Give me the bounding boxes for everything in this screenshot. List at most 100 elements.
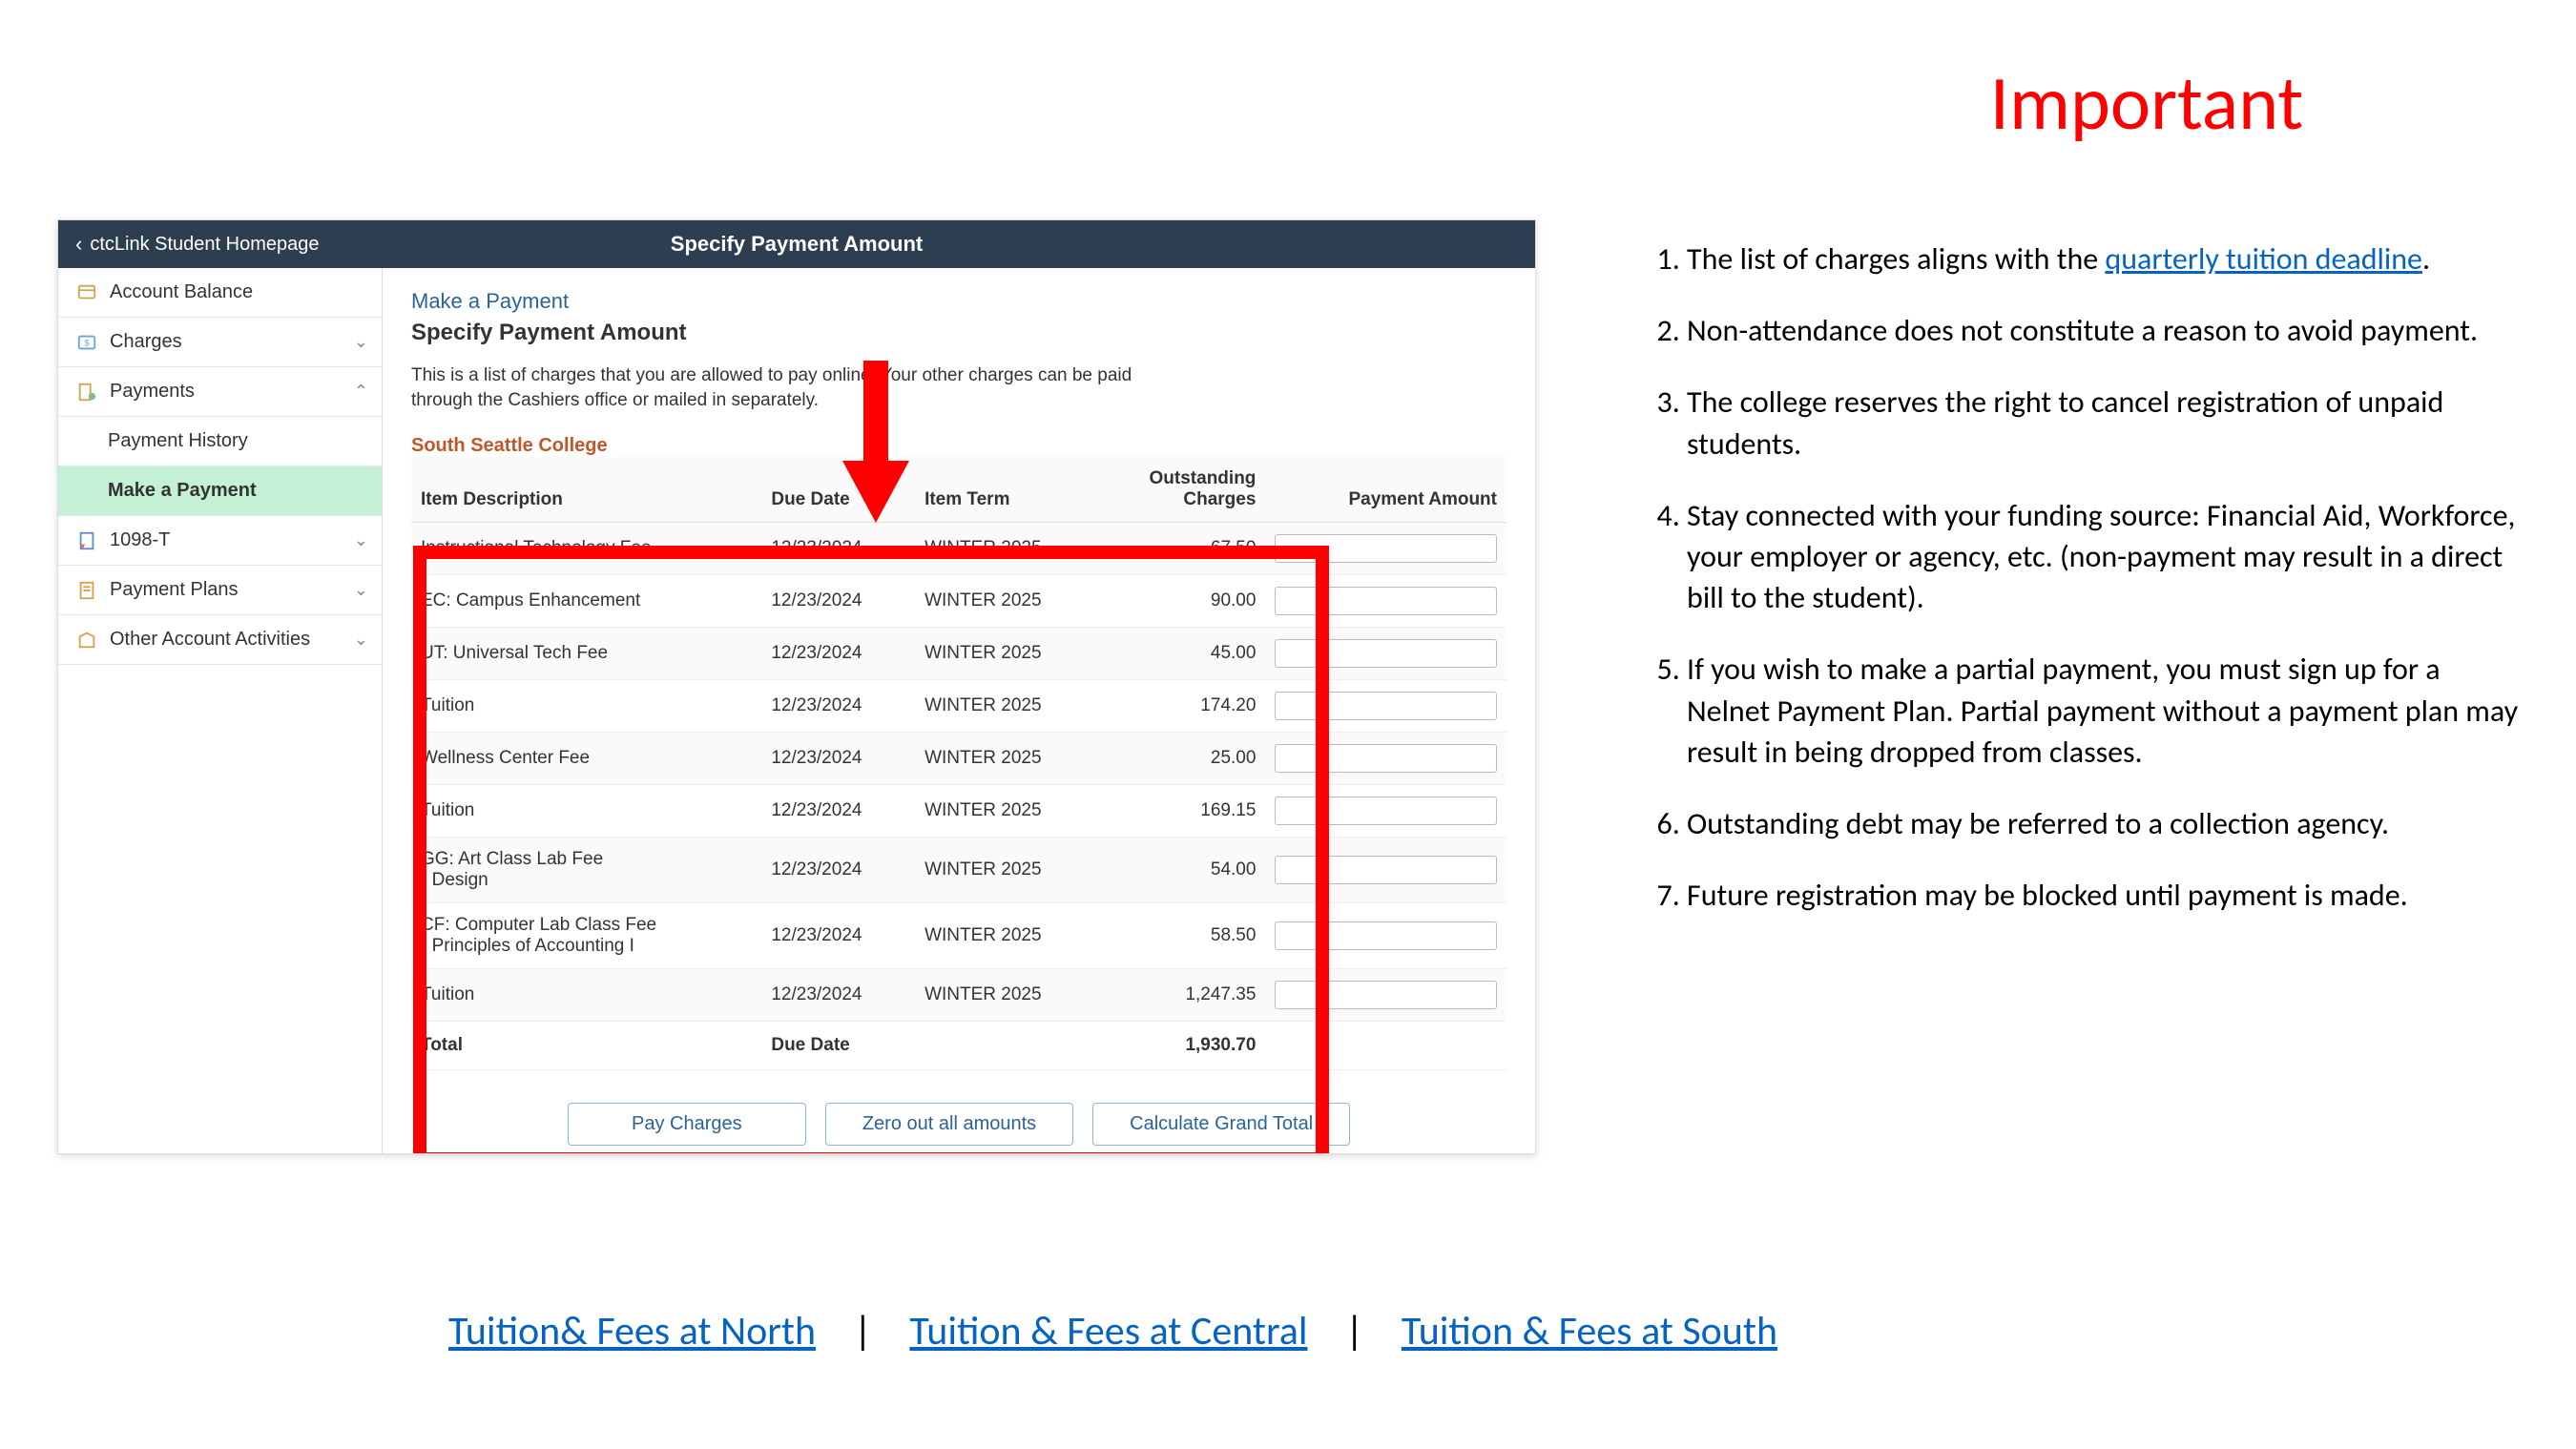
sidebar-item-payment-history[interactable]: Payment History	[58, 417, 382, 466]
table-row: Tuition12/23/2024WINTER 2025169.15	[411, 785, 1506, 838]
cell-outstanding: 54.00	[1091, 838, 1266, 903]
cell-due-date: 12/23/2024	[761, 628, 915, 680]
cell-description: Tuition	[411, 680, 761, 733]
cell-due-date: 12/23/2024	[761, 523, 915, 575]
note-item: Future registration may be blocked until…	[1687, 875, 2519, 916]
sidebar-item-label: 1098-T	[110, 529, 170, 551]
table-row: EC: Campus Enhancement12/23/2024WINTER 2…	[411, 575, 1506, 628]
table-row: Tuition12/23/2024WINTER 20251,247.35	[411, 969, 1506, 1022]
zero-out-button[interactable]: Zero out all amounts	[825, 1103, 1073, 1146]
sidebar-icon: $	[73, 332, 100, 353]
quarterly-deadline-link[interactable]: quarterly tuition deadline	[2105, 240, 2422, 278]
breadcrumb-link[interactable]: Make a Payment	[411, 289, 1506, 314]
cell-term: WINTER 2025	[915, 903, 1091, 969]
calculate-total-button[interactable]: Calculate Grand Total	[1092, 1103, 1350, 1146]
cell-description: Instructional Technology Fee	[411, 523, 761, 575]
cell-description: GG: Art Class Lab Fee - Design	[411, 838, 761, 903]
cell-outstanding: 67.50	[1091, 523, 1266, 575]
cell-outstanding: 174.20	[1091, 680, 1266, 733]
action-row: Pay Charges Zero out all amounts Calcula…	[411, 1103, 1506, 1146]
important-notes: The list of charges aligns with the quar…	[1641, 238, 2519, 946]
cell-term: WINTER 2025	[915, 680, 1091, 733]
cell-term: WINTER 2025	[915, 733, 1091, 785]
link-tuition-central[interactable]: Tuition & Fees at Central	[909, 1307, 1307, 1356]
separator: |	[854, 1307, 872, 1356]
payment-amount-input[interactable]	[1275, 744, 1497, 773]
note-item: Stay connected with your funding source:…	[1687, 495, 2519, 619]
cell-term: WINTER 2025	[915, 575, 1091, 628]
sidebar-item-label: Account Balance	[110, 281, 253, 303]
sidebar-item-payments[interactable]: Payments ⌃	[58, 367, 382, 417]
payment-amount-input[interactable]	[1275, 981, 1497, 1009]
total-label: Total	[411, 1022, 761, 1070]
chevron-left-icon: ‹	[75, 232, 82, 257]
sidebar-item-account-balance[interactable]: Account Balance	[58, 268, 382, 318]
sidebar-item-label: Other Account Activities	[110, 629, 310, 651]
payment-amount-input[interactable]	[1275, 921, 1497, 950]
cell-term: WINTER 2025	[915, 523, 1091, 575]
note-item: The college reserves the right to cancel…	[1687, 382, 2519, 464]
chevron-down-icon: ⌄	[354, 332, 368, 352]
cell-description: CF: Computer Lab Class Fee - Principles …	[411, 903, 761, 969]
payment-amount-input[interactable]	[1275, 797, 1497, 825]
chevron-down-icon: ⌄	[354, 580, 368, 600]
sidebar-item-payment-plans[interactable]: Payment Plans ⌄	[58, 566, 382, 615]
col-outstanding: Outstanding Charges	[1091, 457, 1266, 523]
cell-description: Wellness Center Fee	[411, 733, 761, 785]
sidebar-item-make-a-payment[interactable]: Make a Payment	[58, 466, 382, 516]
cell-outstanding: 25.00	[1091, 733, 1266, 785]
cell-outstanding: 1,247.35	[1091, 969, 1266, 1022]
cell-term: WINTER 2025	[915, 838, 1091, 903]
payment-amount-input[interactable]	[1275, 639, 1497, 668]
cell-due-date: 12/23/2024	[761, 785, 915, 838]
separator: |	[1345, 1307, 1363, 1356]
total-due-label: Due Date	[761, 1022, 915, 1070]
payment-amount-input[interactable]	[1275, 692, 1497, 720]
note-item: If you wish to make a partial payment, y…	[1687, 649, 2519, 773]
svg-text:$: $	[84, 338, 89, 347]
app-header: ‹ ctcLink Student Homepage Specify Payme…	[58, 220, 1535, 268]
note-item: Non-attendance does not constitute a rea…	[1687, 310, 2519, 351]
college-name: South Seattle College	[411, 435, 1506, 457]
sidebar-item-label: Charges	[110, 331, 182, 353]
charges-table: Item Description Due Date Item Term Outs…	[411, 457, 1506, 1070]
sidebar-item-label: Payment Plans	[110, 579, 239, 601]
cell-term: WINTER 2025	[915, 628, 1091, 680]
link-tuition-north[interactable]: Tuition& Fees at North	[448, 1307, 816, 1356]
back-button[interactable]: ‹ ctcLink Student Homepage	[58, 220, 336, 268]
sidebar-item-1098-t[interactable]: 1098-T⌄	[58, 516, 382, 566]
main-content: Make a Payment Specify Payment Amount Th…	[383, 268, 1535, 1153]
cell-due-date: 12/23/2024	[761, 680, 915, 733]
sidebar-icon	[73, 630, 100, 651]
sidebar-item-other-account-activities[interactable]: Other Account Activities ⌄	[58, 615, 382, 665]
cell-due-date: 12/23/2024	[761, 969, 915, 1022]
note-item: Outstanding debt may be referred to a co…	[1687, 803, 2519, 844]
table-row: Instructional Technology Fee12/23/2024WI…	[411, 523, 1506, 575]
cell-term: WINTER 2025	[915, 969, 1091, 1022]
cell-due-date: 12/23/2024	[761, 838, 915, 903]
payment-amount-input[interactable]	[1275, 587, 1497, 615]
sidebar-item-charges[interactable]: $ Charges ⌄	[58, 318, 382, 367]
sidebar-icon	[73, 382, 100, 403]
col-item-term: Item Term	[915, 457, 1091, 523]
link-tuition-south[interactable]: Tuition & Fees at South	[1402, 1307, 1777, 1356]
cell-due-date: 12/23/2024	[761, 903, 915, 969]
cell-description: Tuition	[411, 785, 761, 838]
col-item-description: Item Description	[411, 457, 761, 523]
payment-amount-input[interactable]	[1275, 534, 1497, 563]
ctclink-screenshot: ‹ ctcLink Student Homepage Specify Payme…	[57, 219, 1536, 1154]
sidebar-icon	[73, 530, 100, 551]
back-label: ctcLink Student Homepage	[90, 234, 319, 256]
chevron-up-icon: ⌃	[354, 382, 368, 402]
chevron-down-icon: ⌄	[354, 630, 368, 650]
note-item: The list of charges aligns with the quar…	[1687, 238, 2519, 279]
payment-amount-input[interactable]	[1275, 856, 1497, 884]
col-due-date: Due Date	[761, 457, 915, 523]
page-title: Specify Payment Amount	[671, 232, 923, 257]
total-amount: 1,930.70	[1091, 1022, 1266, 1070]
sidebar-item-label: Payments	[110, 381, 195, 403]
section-heading: Specify Payment Amount	[411, 320, 1506, 346]
pay-charges-button[interactable]: Pay Charges	[568, 1103, 806, 1146]
sidebar-icon	[73, 282, 100, 303]
cell-description: Tuition	[411, 969, 761, 1022]
